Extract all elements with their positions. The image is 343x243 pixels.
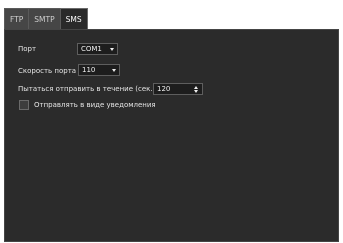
port-label: Порт [18,45,37,53]
spin-down-icon[interactable] [194,90,198,93]
port-select[interactable]: COM1 [77,43,118,55]
retry-timeout-value: 120 [157,85,171,93]
port-speed-select-value: 110 [82,66,96,74]
tab-bar: FTP SMTP SMS [4,8,88,29]
port-select-value: COM1 [81,45,102,53]
tab-ftp[interactable]: FTP [4,8,29,29]
port-speed-label: Скорость порта [18,67,77,75]
notify-label: Отправлять в виде уведомления [34,101,156,109]
spin-arrows-icon[interactable] [194,86,199,93]
retry-timeout-label: Пытаться отправить в течение (сек.) [18,85,156,93]
retry-timeout-stepper[interactable]: 120 [153,83,203,95]
chevron-down-icon [110,48,114,51]
notify-checkbox[interactable] [19,100,29,110]
chevron-down-icon [112,69,116,72]
port-speed-select[interactable]: 110 [78,64,120,76]
spin-up-icon[interactable] [194,86,198,89]
sms-settings-panel: Порт COM1 Скорость порта 110 Пытаться от… [4,29,339,242]
settings-window: FTP SMTP SMS Порт COM1 Скорость порта 11… [4,8,339,242]
tab-sms[interactable]: SMS [59,8,88,29]
tab-smtp[interactable]: SMTP [28,8,60,29]
